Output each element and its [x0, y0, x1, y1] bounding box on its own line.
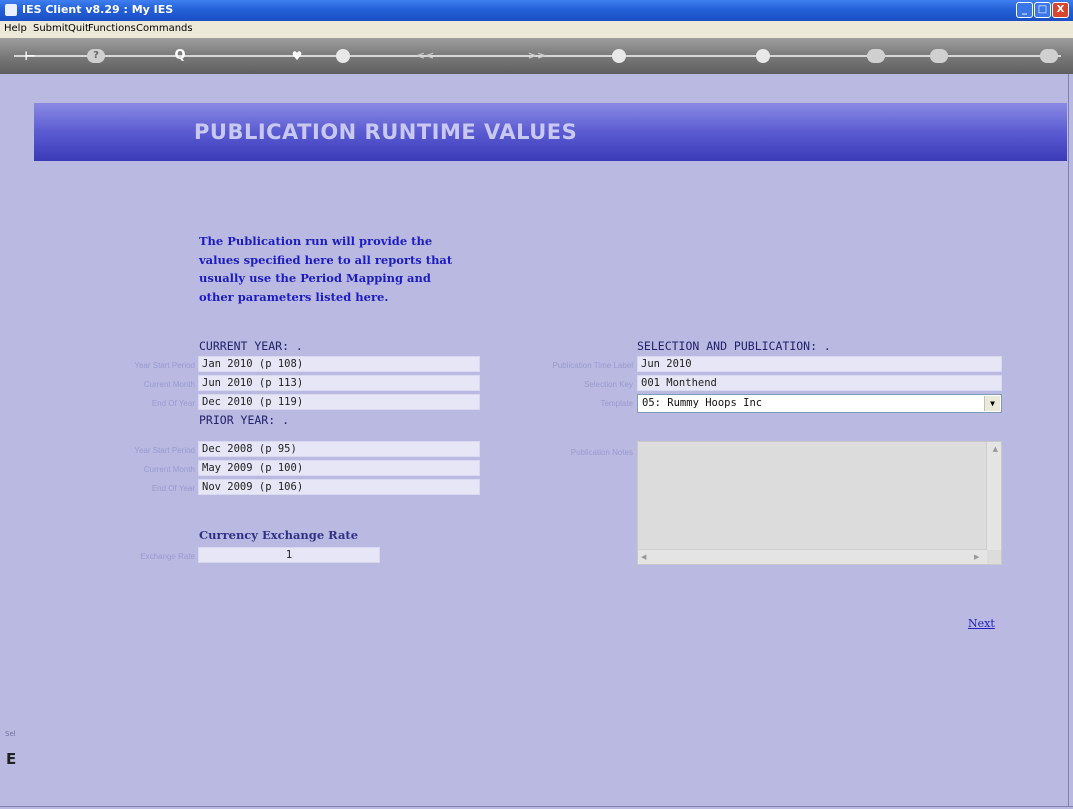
window-bottom [0, 806, 1073, 807]
window-frame [1068, 74, 1069, 806]
prior-year-heading: PRIOR YEAR: . [199, 413, 290, 427]
close-form-icon[interactable] [867, 49, 885, 63]
accept-icon[interactable] [930, 49, 948, 63]
field-label: Current Month [143, 465, 195, 474]
intro-text: The Publication run will provide the val… [199, 234, 453, 304]
field-label: Publication Time Label [552, 361, 634, 370]
selection-heading: SELECTION AND PUBLICATION: . [637, 339, 831, 353]
app-icon [5, 4, 17, 16]
page-banner: PUBLICATION RUNTIME VALUES [34, 103, 1067, 161]
vertical-scrollbar[interactable] [986, 442, 1001, 550]
title-bar: IES Client v8.29 : My IES _ □ X [0, 0, 1073, 21]
field-label: Template [600, 399, 633, 408]
menu-submit[interactable]: Submit [33, 23, 68, 34]
publication-time-label-field[interactable]: Jun 2010 [637, 356, 1002, 372]
exchange-rate-field[interactable]: 1 [198, 547, 380, 563]
menu-functions[interactable]: Functions [88, 23, 136, 34]
cancel-icon[interactable] [1040, 49, 1058, 63]
publication-notes-textarea[interactable]: ▲ ◀ ▶ [637, 441, 1002, 565]
horizontal-scrollbar[interactable] [638, 549, 987, 564]
upload-icon[interactable] [612, 49, 626, 63]
side-letter: E [6, 750, 17, 768]
search-icon[interactable]: Q [172, 47, 188, 65]
field-label: Year Start Period [134, 446, 195, 455]
field-label: Exchange Rate [140, 552, 195, 561]
side-label: Sel [5, 730, 16, 738]
heart-icon[interactable]: ♥ [289, 47, 305, 65]
template-select[interactable]: 05: Rummy Hoops Inc ▼ [637, 394, 1002, 413]
current-year-heading: CURRENT YEAR: . [199, 339, 303, 353]
next-link[interactable]: Next [968, 617, 995, 630]
menu-help[interactable]: Help [4, 23, 27, 34]
back-icon[interactable]: << [414, 47, 436, 65]
selection-key-field[interactable]: 001 Monthend [637, 375, 1002, 391]
field-label: End Of Year [151, 484, 195, 493]
py-end-of-year-field[interactable]: Nov 2009 (p 106) [198, 479, 480, 495]
forward-icon[interactable]: >> [526, 47, 548, 65]
menu-quit[interactable]: Quit [68, 23, 89, 34]
scroll-right-icon[interactable]: ▶ [974, 553, 979, 561]
maximize-button[interactable]: □ [1034, 2, 1051, 18]
close-button[interactable]: X [1052, 2, 1069, 18]
cy-end-of-year-field[interactable]: Dec 2010 (p 119) [198, 394, 480, 410]
window-title: IES Client v8.29 : My IES [22, 3, 174, 16]
help-icon[interactable]: ? [87, 49, 105, 63]
stop-icon[interactable] [756, 49, 770, 63]
py-current-month-field[interactable]: May 2009 (p 100) [198, 460, 480, 476]
submit-arrow-icon[interactable]: ⊢ [20, 47, 40, 65]
chevron-down-icon[interactable]: ▼ [984, 396, 1000, 411]
template-value: 05: Rummy Hoops Inc [642, 397, 763, 409]
field-label: Current Month [143, 380, 195, 389]
field-label: Selection Key [584, 380, 633, 389]
scroll-up-icon[interactable]: ▲ [993, 445, 998, 453]
cy-current-month-field[interactable]: Jun 2010 (p 113) [198, 375, 480, 391]
refresh-icon[interactable] [336, 49, 350, 63]
field-label: End Of Year [151, 399, 195, 408]
cy-start-period-field[interactable]: Jan 2010 (p 108) [198, 356, 480, 372]
menu-commands[interactable]: Commands [136, 23, 193, 34]
exchange-heading: Currency Exchange Rate [199, 528, 359, 542]
page-title: PUBLICATION RUNTIME VALUES [194, 120, 578, 144]
minimize-button[interactable]: _ [1016, 2, 1033, 18]
scroll-left-icon[interactable]: ◀ [641, 553, 646, 561]
field-label: Publication Notes [570, 448, 633, 457]
menu-bar: Help Submit Quit Functions Commands [0, 21, 1073, 39]
field-label: Year Start Period [134, 361, 195, 370]
toolbar: ⊢ ? Q ♥ << >> [0, 38, 1073, 74]
left-side-strip: Sel E [0, 700, 17, 809]
py-start-period-field[interactable]: Dec 2008 (p 95) [198, 441, 480, 457]
